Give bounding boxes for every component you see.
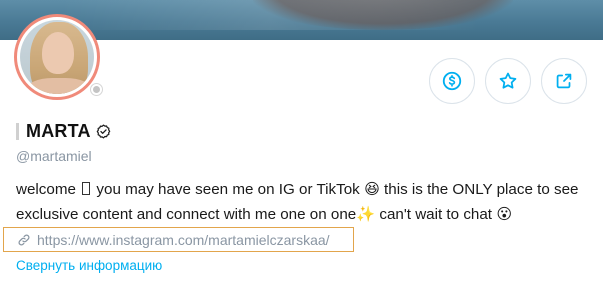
link-icon	[18, 234, 30, 245]
profile-bio: welcome you may have seen me on IG or Ti…	[16, 177, 591, 227]
profile-link-url[interactable]: https://www.instagram.com/martamielczars…	[37, 232, 330, 248]
bio-text-start: welcome	[16, 181, 76, 198]
emoji-placeholder-icon	[82, 182, 91, 195]
share-button[interactable]	[541, 58, 587, 104]
tip-button[interactable]	[429, 58, 475, 104]
name-prefix-glyph	[16, 123, 19, 140]
dollar-circle-icon	[442, 71, 462, 91]
avatar[interactable]	[14, 14, 100, 100]
profile-handle[interactable]: @martamiel	[16, 148, 92, 164]
share-icon	[556, 73, 572, 89]
profile-name-row: MARTA	[16, 121, 111, 142]
avatar-photo	[20, 20, 94, 94]
favorite-button[interactable]	[485, 58, 531, 104]
bio-text-rest: you may have seen me on IG or TikTok 😆 t…	[16, 181, 579, 223]
online-status-dot	[90, 83, 103, 96]
profile-name: MARTA	[26, 121, 91, 141]
profile-link[interactable]: https://www.instagram.com/martamielczars…	[3, 227, 354, 252]
verified-badge-icon	[96, 124, 111, 139]
profile-actions	[429, 58, 587, 104]
star-icon	[499, 72, 517, 89]
collapse-info-link[interactable]: Свернуть информацию	[16, 258, 162, 273]
